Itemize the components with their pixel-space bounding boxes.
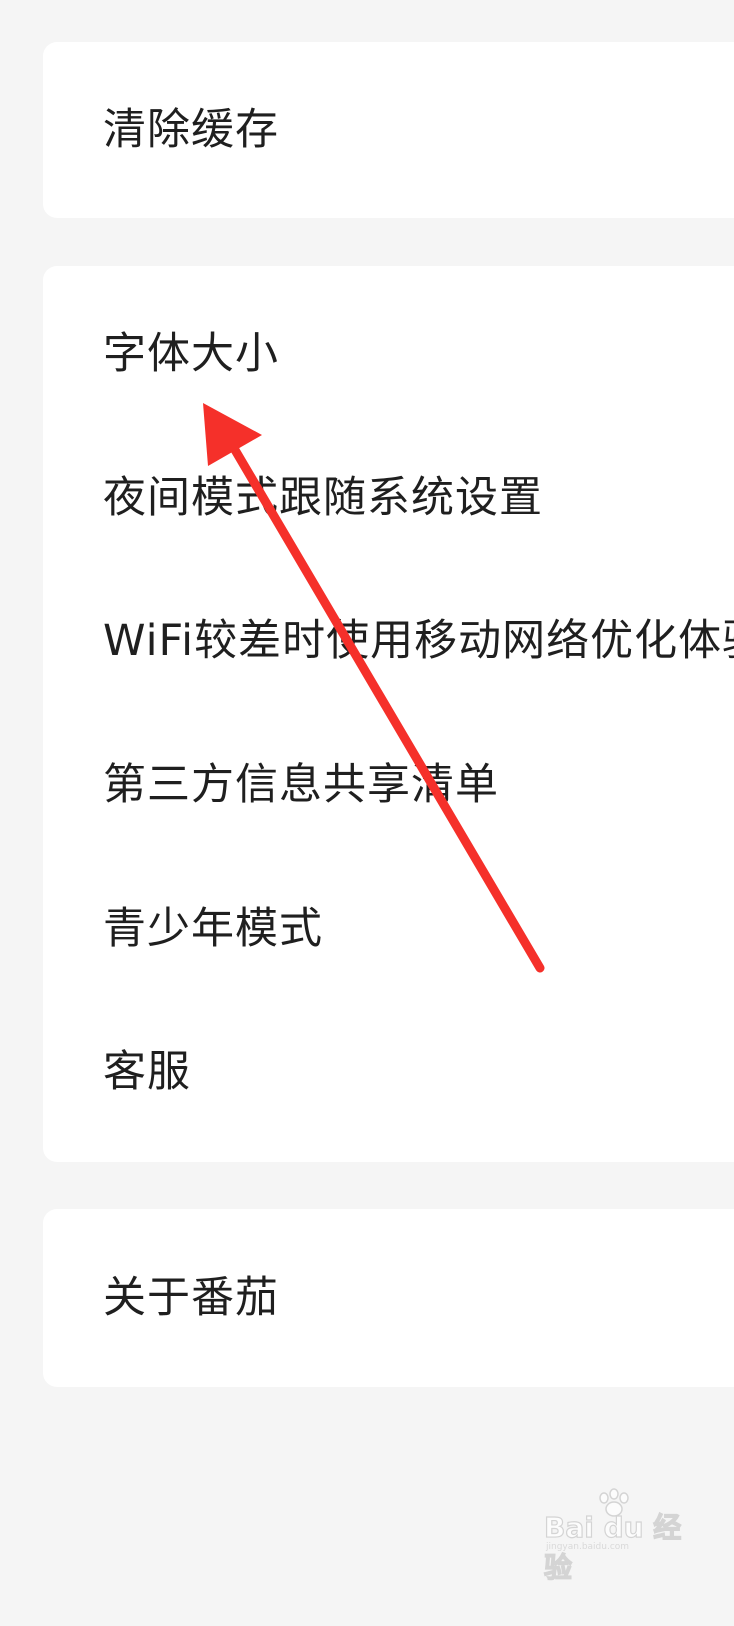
settings-card-main: 字体大小 夜间模式跟随系统设置 WiFi较差时使用移动网络优化体验 第三方信息共…	[43, 266, 734, 1162]
third-party-sharing-label: 第三方信息共享清单	[103, 759, 499, 810]
wifi-mobile-network-optimize-row[interactable]: WiFi较差时使用移动网络优化体验	[103, 586, 734, 696]
wifi-optimize-label: WiFi较差时使用移动网络优化体验	[103, 615, 734, 666]
about-row[interactable]: 关于番茄	[103, 1243, 734, 1353]
third-party-sharing-list-row[interactable]: 第三方信息共享清单	[103, 730, 734, 840]
about-label: 关于番茄	[103, 1272, 279, 1323]
watermark-domain: jingyan.baidu.com	[546, 1542, 630, 1552]
customer-service-row[interactable]: 客服	[103, 1017, 734, 1127]
night-mode-label: 夜间模式跟随系统设置	[103, 472, 543, 523]
clear-cache-label: 清除缓存	[103, 104, 279, 155]
font-size-label: 字体大小	[103, 328, 279, 379]
settings-card-about: 关于番茄	[43, 1209, 734, 1387]
baidu-jingyan-watermark: Bai du 经验 jingyan.baidu.com	[540, 1488, 690, 1585]
clear-cache-row[interactable]: 清除缓存	[103, 75, 734, 185]
night-mode-follow-system-row[interactable]: 夜间模式跟随系统设置	[103, 443, 734, 553]
customer-service-label: 客服	[103, 1046, 191, 1097]
teen-mode-row[interactable]: 青少年模式	[103, 874, 734, 984]
teen-mode-label: 青少年模式	[103, 903, 323, 954]
font-size-row[interactable]: 字体大小	[103, 299, 734, 409]
settings-card-cache: 清除缓存	[43, 42, 734, 218]
